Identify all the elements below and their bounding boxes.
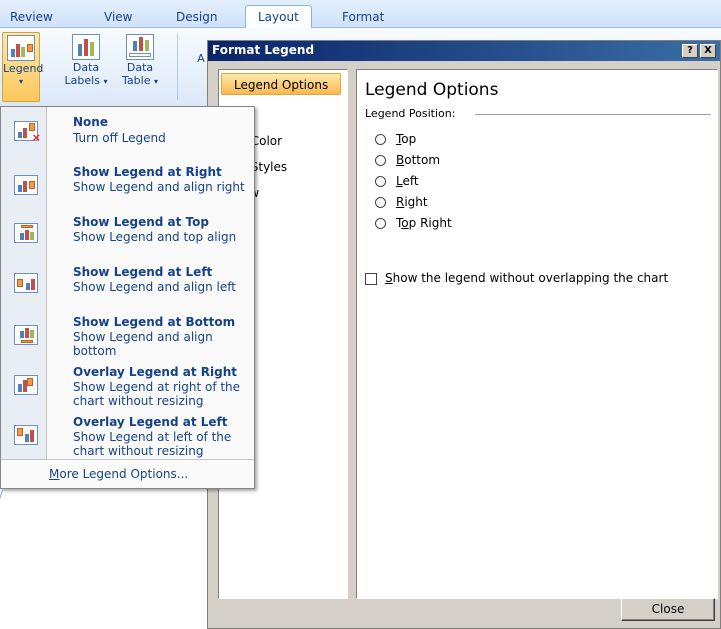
menu-item-title: Show Legend at Bottom	[73, 315, 236, 329]
menu-item-desc: Show Legend and align bottom	[73, 330, 213, 358]
menu-item-desc: Show Legend at right of the chart withou…	[73, 380, 241, 408]
checkbox-accel: S	[385, 271, 393, 285]
format-legend-dialog: Format Legend ? X Legend Options Fill de…	[207, 40, 721, 629]
radio-circle-icon[interactable]	[375, 218, 386, 229]
overlay-right-icon	[14, 375, 38, 395]
ribbon-tab-bar: Review View Design Layout Format	[0, 0, 721, 29]
pane-heading: Legend Options	[365, 80, 499, 100]
legend-none-icon: ×	[14, 121, 41, 144]
legend-options-pane: Legend Options Legend Position: Top Bott…	[356, 69, 718, 599]
radio-circle-icon[interactable]	[375, 197, 386, 208]
radio-top[interactable]: Top	[375, 132, 416, 146]
data-labels-label-2: Labels	[64, 74, 100, 87]
axes-button-partial[interactable]: A	[196, 52, 206, 65]
menu-item-title: Show Legend at Top	[73, 215, 209, 229]
radio-left-label: eft	[402, 174, 419, 188]
data-table-label-2: Table	[122, 74, 151, 87]
legend-top-icon	[14, 223, 38, 243]
radio-circle-icon[interactable]	[375, 155, 386, 166]
data-labels-label: Data	[72, 61, 100, 74]
nav-item-legend-options[interactable]: Legend Options	[221, 73, 341, 95]
chart-line-fragment	[0, 489, 3, 529]
no-overlap-checkbox-row[interactable]: Show the legend without overlapping the …	[365, 271, 668, 285]
legend-button-label: Legend	[3, 62, 44, 75]
menu-item-title: None	[73, 115, 108, 129]
radio-bottom-label: ottom	[404, 153, 441, 167]
dialog-title: Format Legend	[212, 43, 315, 57]
group-divider	[475, 114, 711, 115]
more-legend-options-item[interactable]: More Legend Options...	[49, 467, 188, 481]
data-labels-button[interactable]: Data Labels ▾	[64, 32, 108, 102]
menu-item-desc: Turn off Legend	[73, 131, 166, 145]
tab-format[interactable]: Format	[342, 6, 384, 28]
chevron-down-icon: ▾	[18, 77, 23, 86]
menu-separator	[1, 459, 254, 460]
tab-layout[interactable]: Layout	[245, 5, 312, 29]
menu-item-show-legend-top[interactable]: Show Legend at Top Show Legend and top a…	[1, 213, 254, 263]
radio-left[interactable]: Left	[375, 174, 419, 188]
radio-top-right-label: p Right	[408, 216, 452, 230]
radio-top-label: op	[401, 132, 417, 146]
radio-right-label: ight	[404, 195, 428, 209]
legend-icon	[7, 35, 35, 61]
radio-right[interactable]: Right	[375, 195, 428, 209]
dialog-close-x-button[interactable]: X	[700, 44, 716, 58]
menu-item-title: Overlay Legend at Right	[73, 365, 237, 379]
menu-item-none[interactable]: × None Turn off Legend	[1, 111, 254, 159]
data-table-button[interactable]: Data Table ▾	[116, 32, 164, 102]
overlay-left-icon	[14, 425, 38, 445]
menu-item-desc: Show Legend and align right	[73, 180, 245, 194]
radio-circle-icon[interactable]	[375, 176, 386, 187]
legend-bottom-icon	[14, 325, 38, 345]
no-overlap-checkbox[interactable]	[365, 272, 377, 285]
menu-item-title: Show Legend at Left	[73, 265, 213, 279]
tab-design[interactable]: Design	[176, 6, 217, 28]
menu-item-title: Overlay Legend at Left	[73, 415, 228, 429]
menu-item-desc: Show Legend and top align	[73, 230, 237, 244]
radio-bottom-accel: B	[396, 153, 405, 167]
radio-top-right-accel: o	[401, 216, 409, 230]
help-button[interactable]: ?	[682, 44, 698, 58]
legend-button[interactable]: Legend ▾	[2, 32, 44, 102]
more-label: ore Legend Options...	[59, 467, 189, 481]
radio-bottom[interactable]: Bottom	[375, 153, 440, 167]
menu-item-overlay-legend-left[interactable]: Overlay Legend at Left Show Legend at le…	[1, 413, 254, 459]
radio-circle-icon[interactable]	[375, 134, 386, 145]
menu-item-show-legend-bottom[interactable]: Show Legend at Bottom Show Legend and al…	[1, 313, 254, 363]
menu-item-overlay-legend-right[interactable]: Overlay Legend at Right Show Legend at r…	[1, 363, 254, 413]
data-labels-icon	[72, 34, 100, 60]
menu-item-desc: Show Legend at left of the chart without…	[73, 430, 232, 458]
menu-item-title: Show Legend at Right	[73, 165, 222, 179]
close-button[interactable]: Close	[621, 598, 715, 621]
legend-dropdown-menu: × None Turn off Legend Show Legend at Ri…	[0, 106, 255, 489]
legend-right-icon	[14, 175, 38, 195]
ribbon-group-divider	[177, 34, 178, 100]
menu-item-show-legend-right[interactable]: Show Legend at Right Show Legend and ali…	[1, 163, 254, 213]
more-accel: M	[49, 467, 60, 481]
chevron-down-icon: ▾	[153, 77, 158, 86]
menu-item-desc: Show Legend and align left	[73, 280, 236, 294]
checkbox-label: how the legend without overlapping the c…	[392, 271, 669, 285]
tab-view[interactable]: View	[104, 6, 132, 28]
tab-review[interactable]: Review	[10, 6, 53, 28]
legend-left-icon	[14, 273, 38, 293]
data-table-icon	[126, 34, 154, 60]
legend-position-label: Legend Position:	[365, 107, 456, 120]
menu-item-show-legend-left[interactable]: Show Legend at Left Show Legend and alig…	[1, 263, 254, 313]
chevron-down-icon: ▾	[103, 77, 108, 86]
data-table-label: Data	[126, 61, 154, 74]
dialog-titlebar[interactable]: Format Legend ? X	[208, 41, 720, 61]
radio-top-right[interactable]: Top Right	[375, 216, 452, 230]
